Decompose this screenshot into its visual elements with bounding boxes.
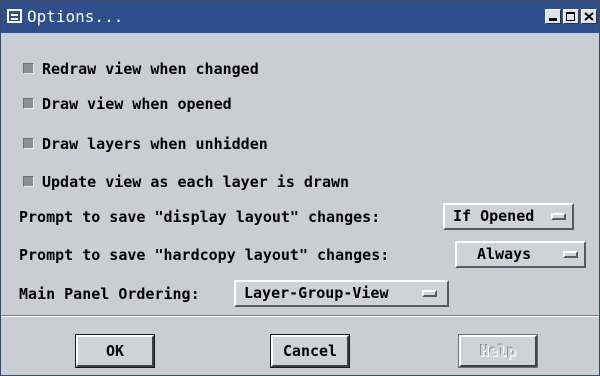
checkbox-indicator[interactable]: [23, 175, 34, 187]
display-layout-prompt-menu[interactable]: If Opened: [443, 203, 574, 230]
option-menu-value: Always: [477, 245, 532, 263]
window-title: Options...: [27, 7, 124, 26]
ok-button[interactable]: OK: [75, 334, 155, 368]
option-menu-value: If Opened: [453, 207, 535, 225]
minimize-icon[interactable]: [545, 9, 561, 24]
checkbox-draw-layers-unhidden[interactable]: Draw layers when unhidden: [23, 132, 268, 156]
close-x-glyph: [584, 12, 594, 21]
title-bar[interactable]: Options...: [1, 1, 599, 33]
window-menu-icon[interactable]: [7, 9, 22, 23]
checkbox-label: Update view as each layer is drawn: [42, 173, 350, 191]
checkbox-indicator[interactable]: [23, 97, 34, 109]
checkbox-label: Draw layers when unhidden: [42, 135, 268, 153]
checkbox-indicator[interactable]: [23, 137, 34, 149]
option-menu-indicator-icon: [422, 290, 437, 297]
checkbox-label: Redraw view when changed: [42, 60, 259, 78]
option-menu-indicator-icon: [551, 213, 566, 220]
option-menu-indicator-icon: [563, 251, 578, 258]
checkbox-draw-view-opened[interactable]: Draw view when opened: [23, 92, 232, 116]
options-dialog: Options... Redraw view when changed Draw…: [0, 0, 600, 376]
checkbox-indicator[interactable]: [23, 62, 34, 74]
cancel-button[interactable]: Cancel: [270, 334, 350, 368]
checkbox-label: Draw view when opened: [42, 95, 232, 113]
checkbox-redraw-view[interactable]: Redraw view when changed: [23, 57, 259, 81]
panel-ordering-menu[interactable]: Layer-Group-View: [234, 280, 449, 307]
button-separator: [1, 315, 599, 317]
hardcopy-layout-prompt-menu[interactable]: Always: [455, 241, 586, 268]
close-icon[interactable]: [581, 9, 597, 24]
maximize-icon[interactable]: [563, 9, 579, 24]
checkbox-update-view-each-layer[interactable]: Update view as each layer is drawn: [23, 170, 349, 194]
hardcopy-layout-prompt-label: Prompt to save "hardcopy layout" changes…: [19, 246, 390, 264]
help-button[interactable]: Help: [458, 334, 538, 368]
panel-ordering-label: Main Panel Ordering:: [19, 285, 200, 303]
option-menu-value: Layer-Group-View: [244, 284, 389, 302]
display-layout-prompt-label: Prompt to save "display layout" changes:: [19, 208, 381, 226]
